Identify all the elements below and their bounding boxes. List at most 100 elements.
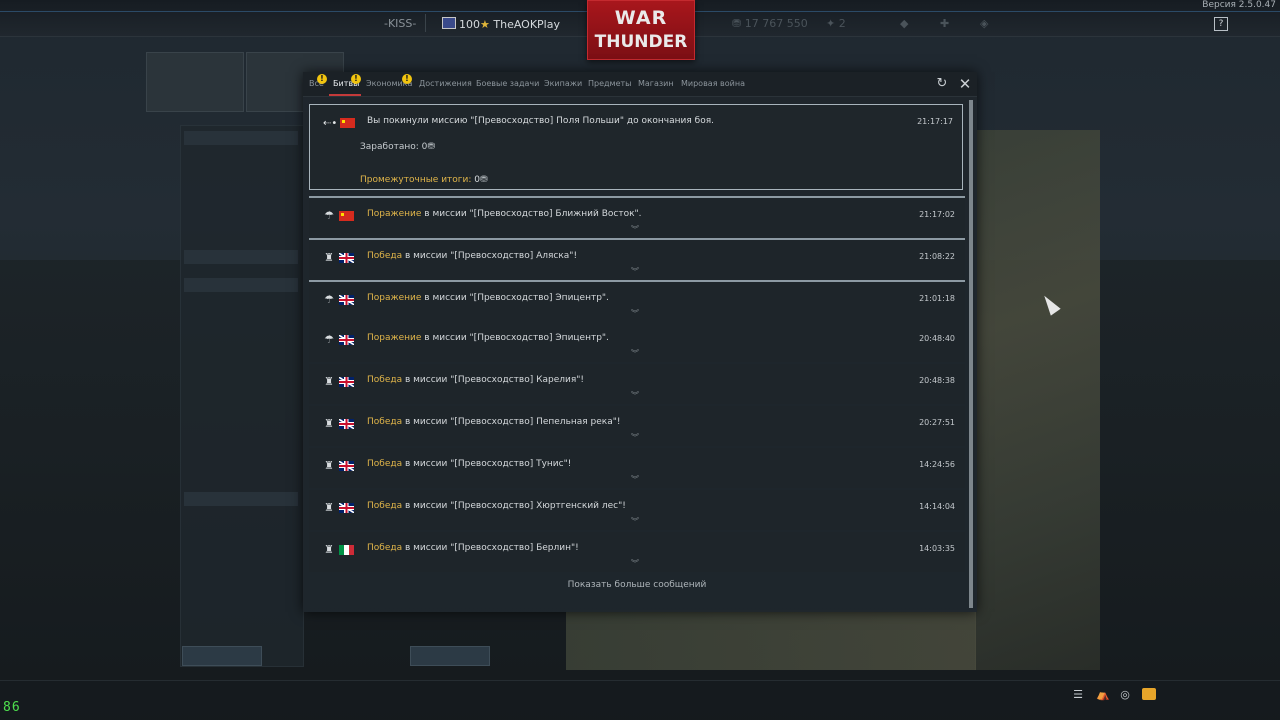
result-label: Победа — [367, 501, 403, 511]
message-row[interactable]: ♜ Победа в миссии "[Превосходство] Аляск… — [309, 238, 965, 280]
refresh-icon[interactable]: ↻ — [935, 77, 949, 91]
back-arrow-icon: ⇠• — [323, 118, 338, 129]
message-row[interactable]: ♜ Победа в миссии "[Превосходство] Хюртг… — [309, 490, 965, 530]
message-row[interactable]: ♜ Победа в миссии "[Превосходство] Тунис… — [309, 448, 965, 488]
flag-italy-icon — [339, 545, 354, 555]
player-info[interactable]: 100★ TheAOKPlay — [442, 17, 560, 31]
message-text: Победа в миссии "[Превосходство] Берлин"… — [367, 543, 579, 553]
result-label: Победа — [367, 251, 403, 261]
tab-world-war[interactable]: Мировая война — [681, 79, 745, 88]
background-map — [975, 130, 1100, 670]
chevron-down-icon[interactable]: ︾ — [631, 348, 639, 359]
background-panel-row — [184, 250, 298, 264]
flag-uk-icon — [339, 503, 354, 513]
chevron-down-icon[interactable]: ︾ — [631, 432, 639, 443]
notifications-modal: ! Все ! Битвы ! Экономика Достижения Боевые… — [303, 72, 977, 612]
mission-text: в миссии "[Превосходство] Эпицентр". — [421, 333, 609, 343]
list-icon[interactable]: ☰ — [1071, 689, 1085, 701]
logo-line-2: THUNDER — [594, 32, 688, 52]
tab-shop[interactable]: Магазин — [638, 79, 674, 88]
message-text: Победа в миссии "[Превосходство] Тунис"! — [367, 459, 571, 469]
tab-achievements[interactable]: Достижения — [419, 79, 472, 88]
squad-icon[interactable]: ⛺ — [1096, 689, 1110, 701]
trophy-icon: ♜ — [324, 375, 334, 388]
warning-icon: ! — [317, 74, 327, 84]
result-label: Поражение — [367, 209, 422, 219]
earned-text: Заработано: 0 — [360, 142, 428, 152]
tab-crews[interactable]: Экипажи — [544, 79, 582, 88]
message-time: 14:14:04 — [919, 502, 955, 511]
shop-icon[interactable]: ✚ — [940, 17, 949, 30]
close-icon[interactable]: ✕ — [958, 77, 972, 92]
chevron-down-icon[interactable]: ︾ — [631, 224, 639, 235]
message-time: 21:01:18 — [919, 294, 955, 303]
message-row[interactable]: ☂ Поражение в миссии "[Превосходство] Бл… — [309, 196, 965, 238]
player-name: TheAOKPlay — [493, 18, 560, 31]
trophy-icon: ♜ — [324, 251, 334, 264]
tab-all[interactable]: ! Все — [309, 74, 327, 88]
message-row[interactable]: ♜ Победа в миссии "[Превосходство] Карел… — [309, 364, 965, 404]
message-row[interactable]: ☂ Поражение в миссии "[Превосходство] Эп… — [309, 322, 965, 362]
silver-lions-icon: ⛃ — [427, 142, 435, 152]
message-text: Поражение в миссии "[Превосходство] Ближ… — [367, 209, 642, 219]
flag-uk-icon — [339, 377, 354, 387]
tab-items[interactable]: Предметы — [588, 79, 631, 88]
silver-counter[interactable]: ⛃ 17 767 550 — [732, 17, 808, 30]
player-level: 100 — [459, 18, 480, 31]
scrollbar-thumb[interactable] — [969, 100, 973, 608]
message-list: ⇠• Вы покинули миссию "[Превосходство] П… — [309, 104, 965, 604]
show-more-button[interactable]: Показать больше сообщений — [309, 580, 965, 590]
chat-icon[interactable]: ◎ — [1118, 689, 1132, 701]
interim-results: Промежуточные итоги: 0⛃ — [360, 175, 488, 185]
top-bar-divider — [425, 14, 426, 32]
result-label: Победа — [367, 459, 403, 469]
background-panel-row — [184, 492, 298, 506]
research-icon[interactable]: ◆ — [900, 17, 908, 30]
bottom-bar — [0, 680, 1280, 711]
message-expanded[interactable]: ⇠• Вы покинули миссию "[Превосходство] П… — [309, 104, 963, 190]
result-label: Поражение — [367, 333, 422, 343]
chevron-down-icon[interactable]: ︾ — [631, 558, 639, 569]
result-label: Победа — [367, 375, 403, 385]
mission-text: в миссии "[Превосходство] Эпицентр". — [421, 293, 609, 303]
chevron-down-icon[interactable]: ︾ — [631, 516, 639, 527]
mission-text: в миссии "[Превосходство] Тунис"! — [402, 459, 572, 469]
message-time: 21:08:22 — [919, 252, 955, 261]
warning-icon: ! — [402, 74, 412, 84]
tab-combat-tasks[interactable]: Боевые задачи — [476, 79, 539, 88]
squad-tag[interactable]: -KISS- — [384, 17, 416, 30]
warning-icon: ! — [351, 74, 361, 84]
chevron-down-icon[interactable]: ︾ — [631, 266, 639, 277]
result-label: Победа — [367, 417, 403, 427]
mission-text: в миссии "[Превосходство] Карелия"! — [402, 375, 585, 385]
background-map-strip — [566, 610, 976, 670]
chevron-down-icon[interactable]: ︾ — [631, 474, 639, 485]
message-row[interactable]: ♜ Победа в миссии "[Превосходство] Берли… — [309, 532, 965, 572]
tab-battles[interactable]: ! Битвы — [333, 74, 361, 88]
flag-uk-icon — [339, 461, 354, 471]
coupon-icon[interactable]: ◈ — [980, 17, 988, 30]
mail-icon[interactable] — [1142, 688, 1156, 700]
chevron-down-icon[interactable]: ︾ — [631, 390, 639, 401]
message-time: 20:48:38 — [919, 376, 955, 385]
chevron-down-icon[interactable]: ︾ — [631, 308, 639, 319]
message-row[interactable]: ☂ Поражение в миссии "[Превосходство] Эп… — [309, 280, 965, 322]
message-text: Победа в миссии "[Превосходство] Карелия… — [367, 375, 584, 385]
message-row[interactable]: ♜ Победа в миссии "[Превосходство] Пепел… — [309, 406, 965, 446]
trophy-icon: ♜ — [324, 501, 334, 514]
flag-uk-icon — [339, 335, 354, 345]
flag-uk-icon — [339, 253, 354, 263]
flag-uk-icon — [339, 295, 354, 305]
game-logo[interactable]: WAR THUNDER — [587, 0, 695, 60]
message-text: Вы покинули миссию "[Превосходство] Поля… — [367, 116, 714, 126]
message-time: 20:48:40 — [919, 334, 955, 343]
message-time: 20:27:51 — [919, 418, 955, 427]
flag-uk-icon — [339, 419, 354, 429]
gold-counter[interactable]: ✦ 2 — [826, 17, 846, 30]
help-button[interactable]: ? — [1214, 17, 1228, 31]
message-text: Победа в миссии "[Превосходство] Пепельн… — [367, 417, 621, 427]
mission-text: в миссии "[Превосходство] Пепельная река… — [402, 417, 621, 427]
tab-economy[interactable]: ! Экономика — [366, 74, 412, 88]
active-tab-indicator — [329, 94, 361, 96]
silver-value: 17 767 550 — [744, 17, 808, 30]
